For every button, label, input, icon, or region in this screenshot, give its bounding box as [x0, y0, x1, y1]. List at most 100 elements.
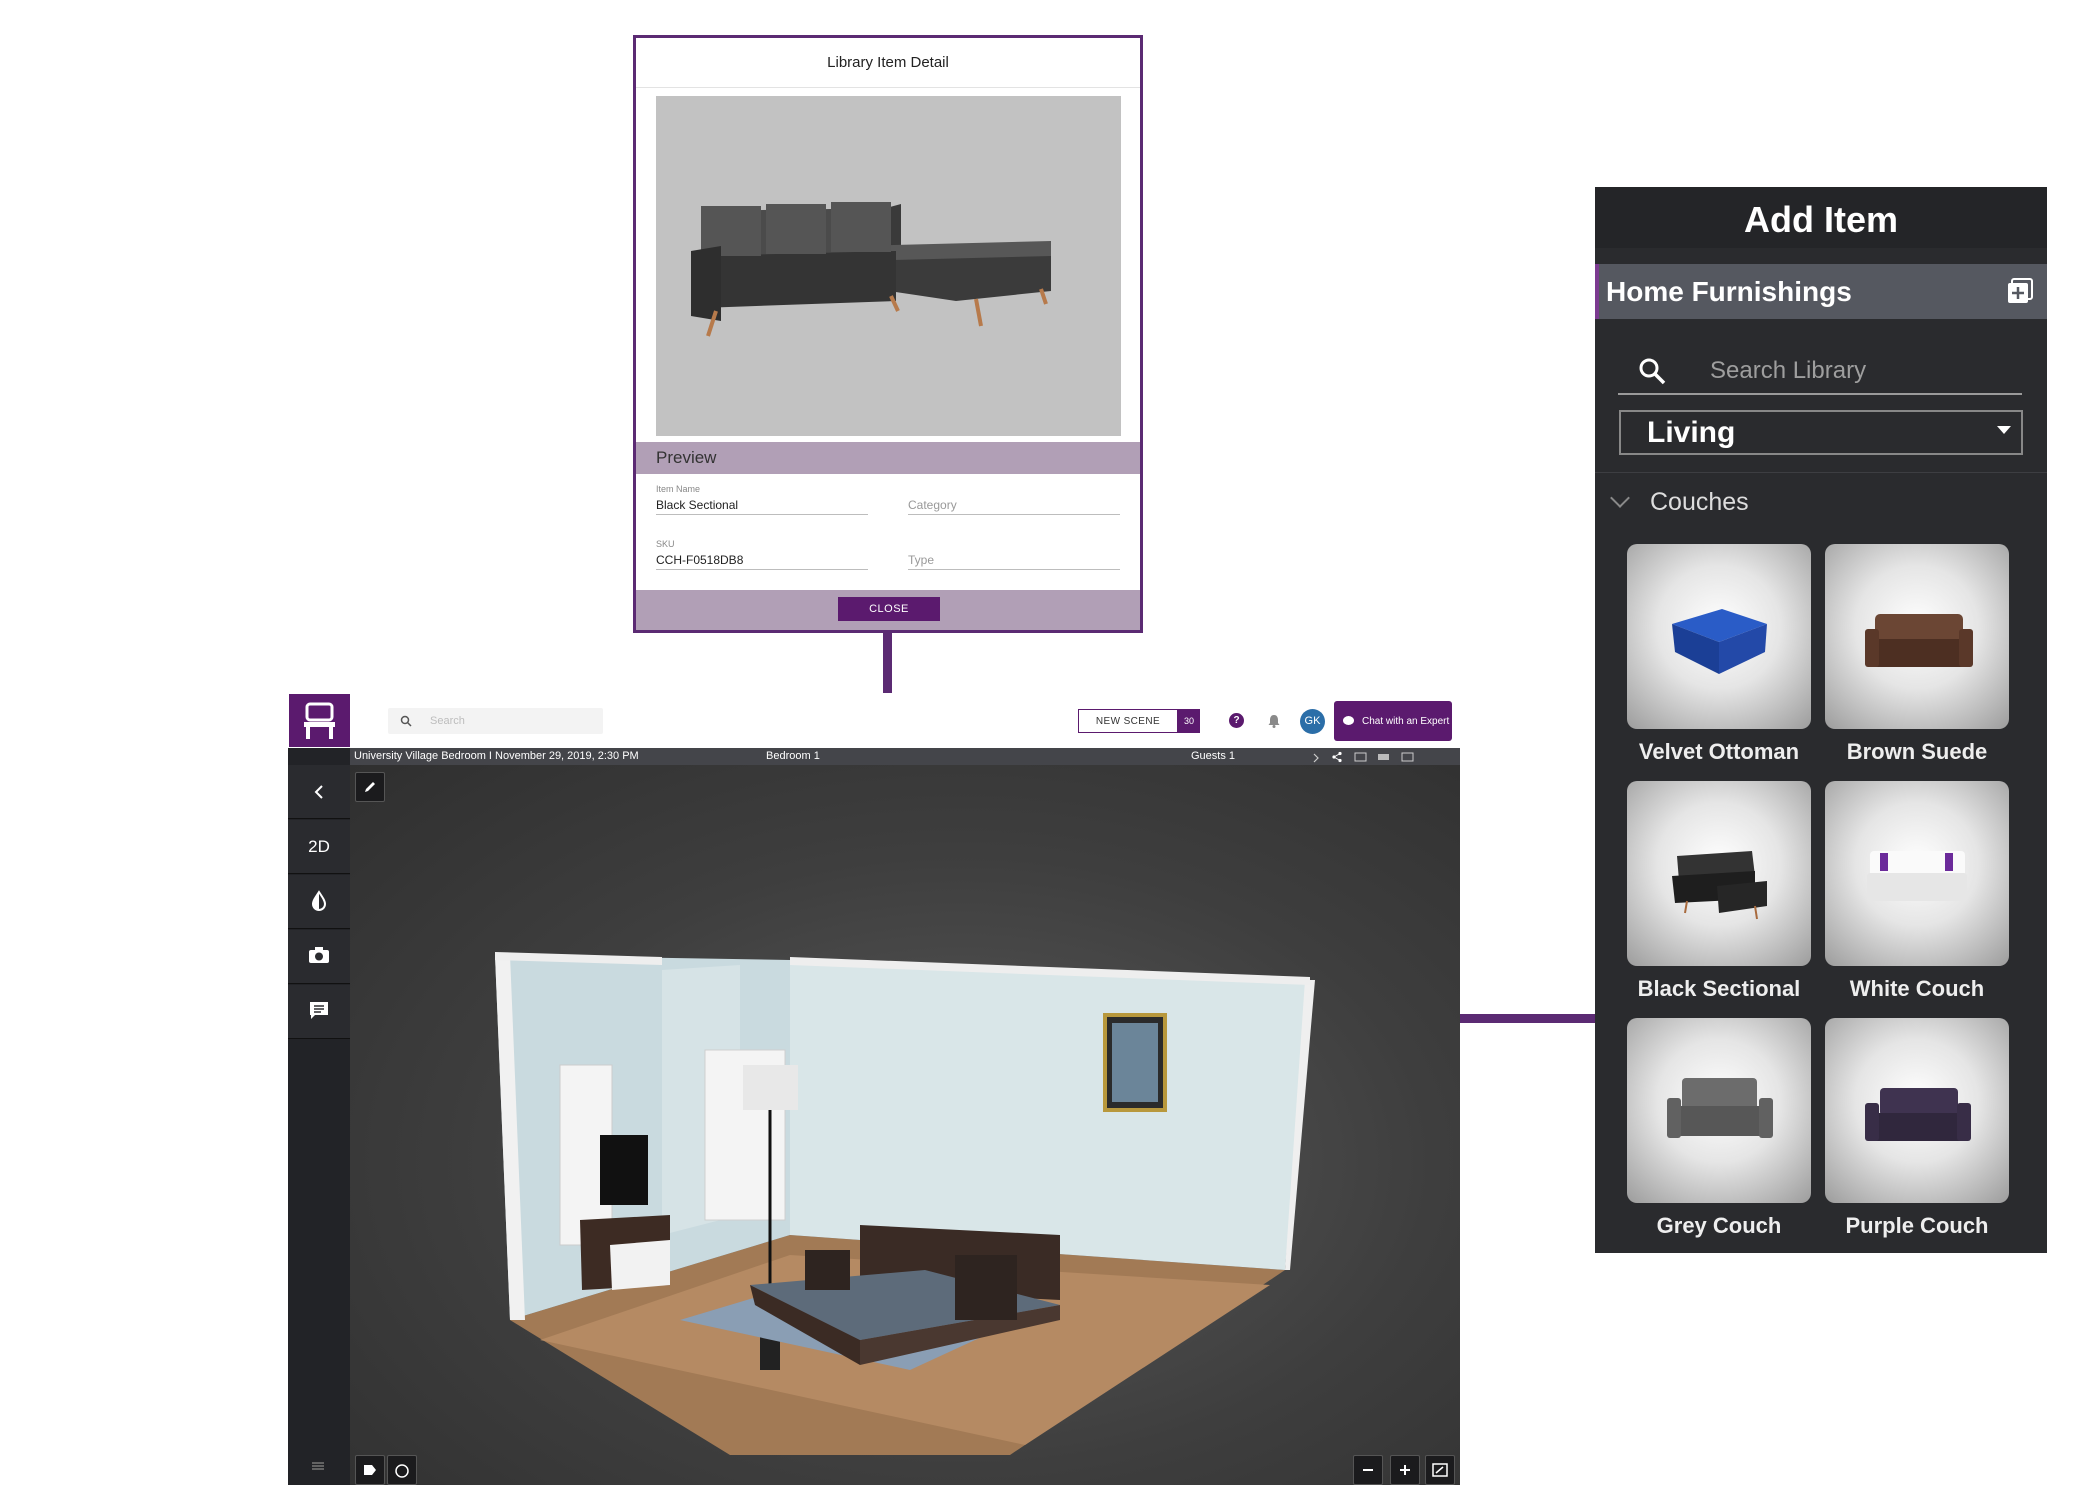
thumbnail	[1825, 1018, 2009, 1203]
left-sidebar: 2D	[288, 748, 350, 1485]
section-label: Couches	[1650, 488, 1749, 516]
guest-count: Guests 1	[1191, 750, 1236, 762]
category-header[interactable]: Home Furnishings	[1595, 264, 2047, 319]
library-tile[interactable]: Black Sectional	[1627, 781, 1811, 1011]
back-button[interactable]	[288, 765, 350, 819]
black-sectional-illustration	[1672, 851, 1767, 920]
grey-couch-illustration	[1667, 1078, 1773, 1138]
chevron-down-icon	[1610, 488, 1630, 508]
chat-with-expert-button[interactable]: Chat with an Expert	[1334, 701, 1452, 741]
new-scene-button[interactable]: NEW SCENE	[1078, 709, 1178, 733]
category-label: Home Furnishings	[1606, 276, 1852, 307]
scene-title: University Village Bedroom I November 29…	[354, 750, 639, 762]
chat-bubble-icon	[1343, 716, 1354, 725]
help-icon[interactable]: ?	[1229, 713, 1244, 728]
chair-logo-icon	[304, 702, 335, 739]
connector-additem	[1460, 1014, 1595, 1023]
menu-icon[interactable]	[311, 1461, 325, 1471]
library-tile[interactable]: White Couch	[1825, 781, 2009, 1011]
thumbnail	[1825, 781, 2009, 966]
sectional-illustration	[691, 202, 1051, 337]
top-bar: NEW SCENE 30 ? GK Chat with an Expert	[288, 693, 1460, 748]
camera-icon	[309, 947, 329, 963]
search-icon	[400, 715, 412, 727]
room-3d-render	[495, 952, 1315, 1455]
dialog-title: Library Item Detail	[636, 38, 1140, 88]
room-type-value: Living	[1647, 416, 1736, 449]
purple-couch-illustration	[1865, 1088, 1971, 1141]
search-icon	[1639, 358, 1666, 385]
room-name: Bedroom 1	[766, 750, 820, 762]
brown-couch-illustration	[1865, 614, 1973, 667]
library-tile[interactable]: Grey Couch	[1627, 1018, 1811, 1248]
scene-info-bar: University Village Bedroom I November 29…	[350, 748, 1460, 765]
tile-label: White Couch	[1849, 976, 1985, 1001]
item-preview-image	[656, 96, 1121, 436]
fullscreen-icon	[1432, 1463, 1448, 1477]
minus-icon	[1363, 1469, 1373, 1471]
library-item-detail-dialog: Library Item Detail Preview Item Name Bl…	[633, 35, 1143, 633]
fullscreen-button[interactable]	[1425, 1455, 1455, 1485]
tile-label: Velvet Ottoman	[1638, 739, 1800, 764]
sku-label: SKU	[656, 539, 675, 549]
plus-icon	[1400, 1465, 1410, 1475]
item-name-field[interactable]: Item Name Black Sectional	[656, 484, 868, 515]
tile-label: Grey Couch	[1656, 1213, 1782, 1238]
category-placeholder: Category	[908, 498, 957, 512]
tile-label: Purple Couch	[1845, 1213, 1989, 1238]
rotate-3d-button[interactable]	[387, 1455, 417, 1485]
sku-value: CCH-F0518DB8	[656, 553, 744, 567]
connector-detail	[883, 633, 892, 693]
chevron-left-icon	[314, 785, 323, 799]
library-tile[interactable]: Velvet Ottoman	[1627, 544, 1811, 774]
add-category-icon[interactable]	[2007, 278, 2033, 304]
thumbnail	[1825, 544, 2009, 729]
zoom-in-button[interactable]	[1390, 1455, 1420, 1485]
room-type-select[interactable]: Living	[1619, 410, 2023, 455]
add-item-panel: Add Item Home Furnishings Living Couches	[1595, 187, 2047, 1253]
close-button[interactable]: CLOSE	[838, 597, 940, 621]
app-logo[interactable]	[289, 694, 350, 747]
toggle-2d-button[interactable]: 2D	[288, 820, 350, 874]
type-placeholder: Type	[908, 553, 935, 567]
search-library-input[interactable]	[1710, 352, 2010, 390]
dialog-footer: CLOSE	[636, 590, 1140, 630]
tag-icon	[364, 1465, 376, 1475]
ottoman-illustration	[1672, 609, 1767, 674]
search-input[interactable]	[430, 712, 590, 730]
category-field[interactable]: Category	[908, 484, 1120, 515]
thumbnail	[1627, 544, 1811, 729]
contrast-drop-icon	[311, 890, 327, 911]
contrast-button[interactable]	[288, 875, 350, 929]
panel-title: Add Item	[1595, 187, 2047, 248]
library-tile[interactable]: Brown Suede	[1825, 544, 2009, 774]
preview-label: Preview	[636, 442, 1140, 474]
library-search[interactable]	[1618, 347, 2022, 395]
3d-viewport[interactable]	[350, 765, 1460, 1485]
new-scene-count: 30	[1178, 709, 1200, 733]
bell-icon[interactable]	[1266, 713, 1282, 729]
comment-icon	[310, 1002, 328, 1019]
sku-field[interactable]: SKU CCH-F0518DB8	[656, 539, 868, 570]
thumbnail	[1627, 1018, 1811, 1203]
toggle-2d-label: 2D	[308, 837, 330, 856]
chat-label: Chat with an Expert	[1362, 715, 1450, 727]
user-avatar[interactable]: GK	[1300, 709, 1325, 734]
scene-editor-app: NEW SCENE 30 ? GK Chat with an Expert 2D	[288, 693, 1460, 1485]
comments-button[interactable]	[288, 985, 350, 1039]
tile-label: Brown Suede	[1846, 739, 1988, 764]
item-name-label: Item Name	[656, 484, 701, 494]
tile-label: Black Sectional	[1637, 976, 1801, 1001]
rotate-3d-icon	[395, 1464, 409, 1478]
camera-button[interactable]	[288, 930, 350, 984]
scene-actions-icons[interactable]	[1310, 751, 1450, 763]
tag-button[interactable]	[355, 1455, 385, 1485]
zoom-out-button[interactable]	[1353, 1455, 1383, 1485]
dropdown-caret-icon	[1997, 426, 2011, 434]
app-search[interactable]	[388, 708, 603, 734]
type-field[interactable]: Type	[908, 539, 1120, 570]
section-couches[interactable]: Couches	[1605, 481, 1749, 523]
library-tile[interactable]: Purple Couch	[1825, 1018, 2009, 1248]
divider	[1595, 472, 2047, 473]
thumbnail	[1627, 781, 1811, 966]
